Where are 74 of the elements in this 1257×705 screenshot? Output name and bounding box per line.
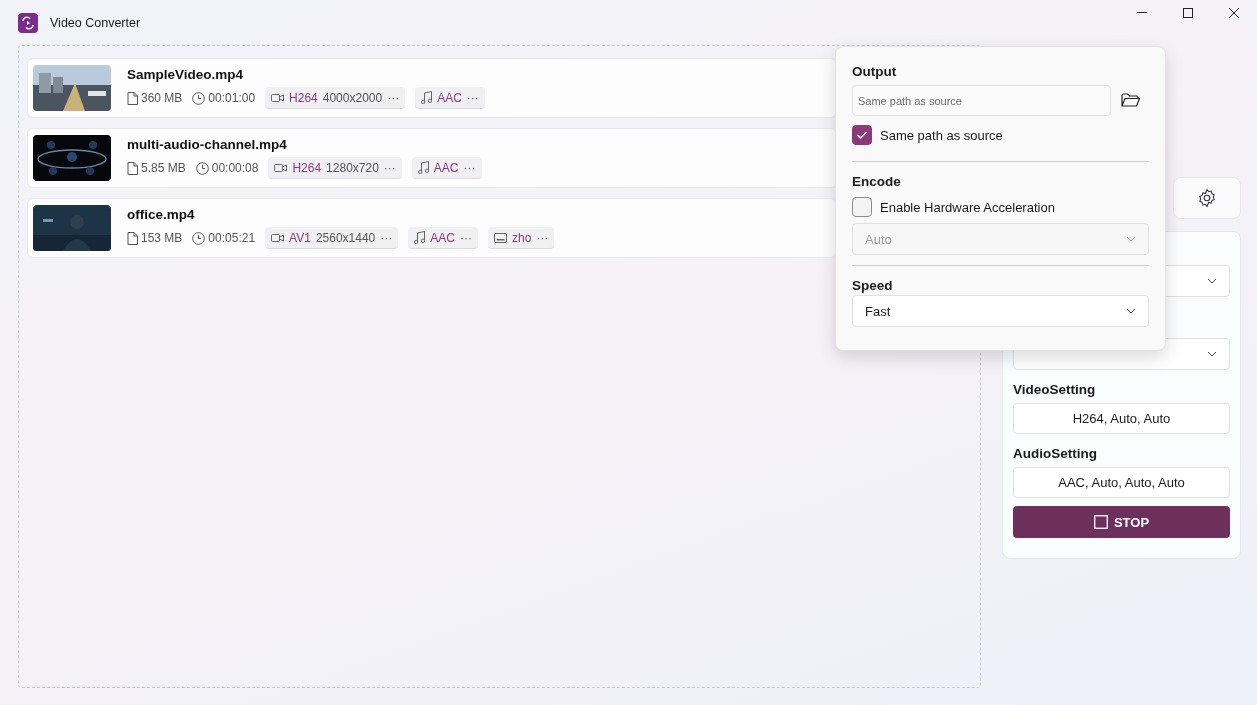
video-camera-icon (271, 92, 285, 103)
app-logo-icon (18, 12, 38, 33)
stream-chip[interactable]: H264 4000x2000 ··· (265, 87, 406, 109)
codec-text: H264 (289, 90, 318, 105)
music-note-icon (414, 231, 426, 244)
clock-icon (192, 91, 206, 105)
maximize-icon[interactable] (1183, 7, 1193, 18)
folder-icon[interactable] (1121, 93, 1140, 108)
video-setting-button[interactable]: H264, Auto, Auto (1013, 403, 1230, 434)
duration: 00:00:08 (211, 161, 259, 175)
stream-chip[interactable]: AAC ··· (411, 157, 482, 179)
chevron-down-icon (1126, 236, 1136, 242)
file-icon (127, 231, 138, 245)
resolution-text: 1280x720 (326, 160, 379, 175)
output-title: Output (852, 64, 898, 79)
file-name: multi-audio-channel.mp4 (127, 137, 288, 152)
chevron-down-icon (1207, 351, 1217, 357)
audio-setting-button[interactable]: AAC, Auto, Auto, Auto (1013, 467, 1230, 498)
file-size: 360 MB (141, 91, 183, 105)
file-icon (127, 91, 138, 105)
speed-title: Speed (852, 278, 894, 293)
more-text: ··· (383, 160, 396, 175)
stream-chip[interactable]: AAC ··· (415, 87, 485, 109)
window-title: Video Converter (50, 15, 141, 30)
stream-chip[interactable]: zho ··· (487, 227, 555, 249)
more-text: ··· (536, 230, 549, 245)
clock-icon (192, 231, 206, 245)
more-text: ··· (459, 230, 472, 245)
file-size: 5.85 MB (141, 161, 186, 175)
file-size: 153 MB (141, 231, 183, 245)
more-text: ··· (466, 90, 479, 105)
video-camera-icon (271, 232, 285, 243)
encode-title: Encode (852, 174, 902, 189)
output-path-field[interactable]: Same path as source (852, 85, 1111, 116)
resolution-text: 4000x2000 (322, 90, 383, 105)
speed-dropdown[interactable]: Fast (852, 295, 1149, 327)
settings-button[interactable] (1173, 177, 1241, 219)
file-icon (127, 161, 138, 175)
audio-setting-label: AudioSetting (1013, 446, 1098, 461)
music-note-icon (421, 91, 433, 104)
codec-text: AV1 (289, 230, 311, 245)
same-path-checkbox[interactable] (852, 125, 872, 145)
stream-chip[interactable]: H264 1280x720 ··· (268, 157, 402, 179)
stop-button[interactable]: STOP (1013, 506, 1230, 538)
more-text: ··· (463, 160, 476, 175)
stream-chip[interactable]: AV1 2560x1440 ··· (265, 227, 399, 249)
check-icon (856, 130, 868, 140)
codec-text: AAC (430, 230, 455, 245)
file-name: office.mp4 (127, 207, 196, 222)
duration: 00:05:21 (208, 231, 256, 245)
clock-icon (195, 161, 209, 175)
more-text: ··· (387, 90, 400, 105)
subtitle-icon (493, 232, 507, 243)
video-camera-icon (274, 162, 288, 173)
square-icon (1093, 515, 1108, 529)
file-row[interactable]: office.mp4 153 MB 00:05:21 AV1 2560x1440 ··· AAC ··· zho ··· (27, 198, 837, 258)
file-row[interactable]: multi-audio-channel.mp4 5.85 MB 00:00:08 H264 1280x720 ··· AAC ··· (27, 128, 837, 188)
file-name: SampleVideo.mp4 (127, 67, 245, 82)
codec-text: zho (511, 230, 532, 245)
resolution-text: 2560x1440 (315, 230, 376, 245)
codec-text: AAC (437, 90, 462, 105)
more-text: ··· (380, 230, 393, 245)
file-row[interactable]: SampleVideo.mp4 360 MB 00:01:00 H264 4000x2000 ··· AAC ··· (27, 58, 837, 118)
codec-text: H264 (292, 160, 322, 175)
chevron-down-icon (1207, 278, 1217, 284)
stream-chip[interactable]: AAC ··· (408, 227, 478, 249)
hardware-acceleration-checkbox[interactable] (852, 197, 872, 217)
codec-text: AAC (433, 160, 459, 175)
close-icon[interactable] (1229, 7, 1239, 18)
video-setting-label: VideoSetting (1013, 382, 1097, 397)
duration: 00:01:00 (208, 91, 256, 105)
music-note-icon (417, 161, 429, 174)
settings-icon (1197, 188, 1217, 208)
chevron-down-icon (1126, 308, 1136, 314)
